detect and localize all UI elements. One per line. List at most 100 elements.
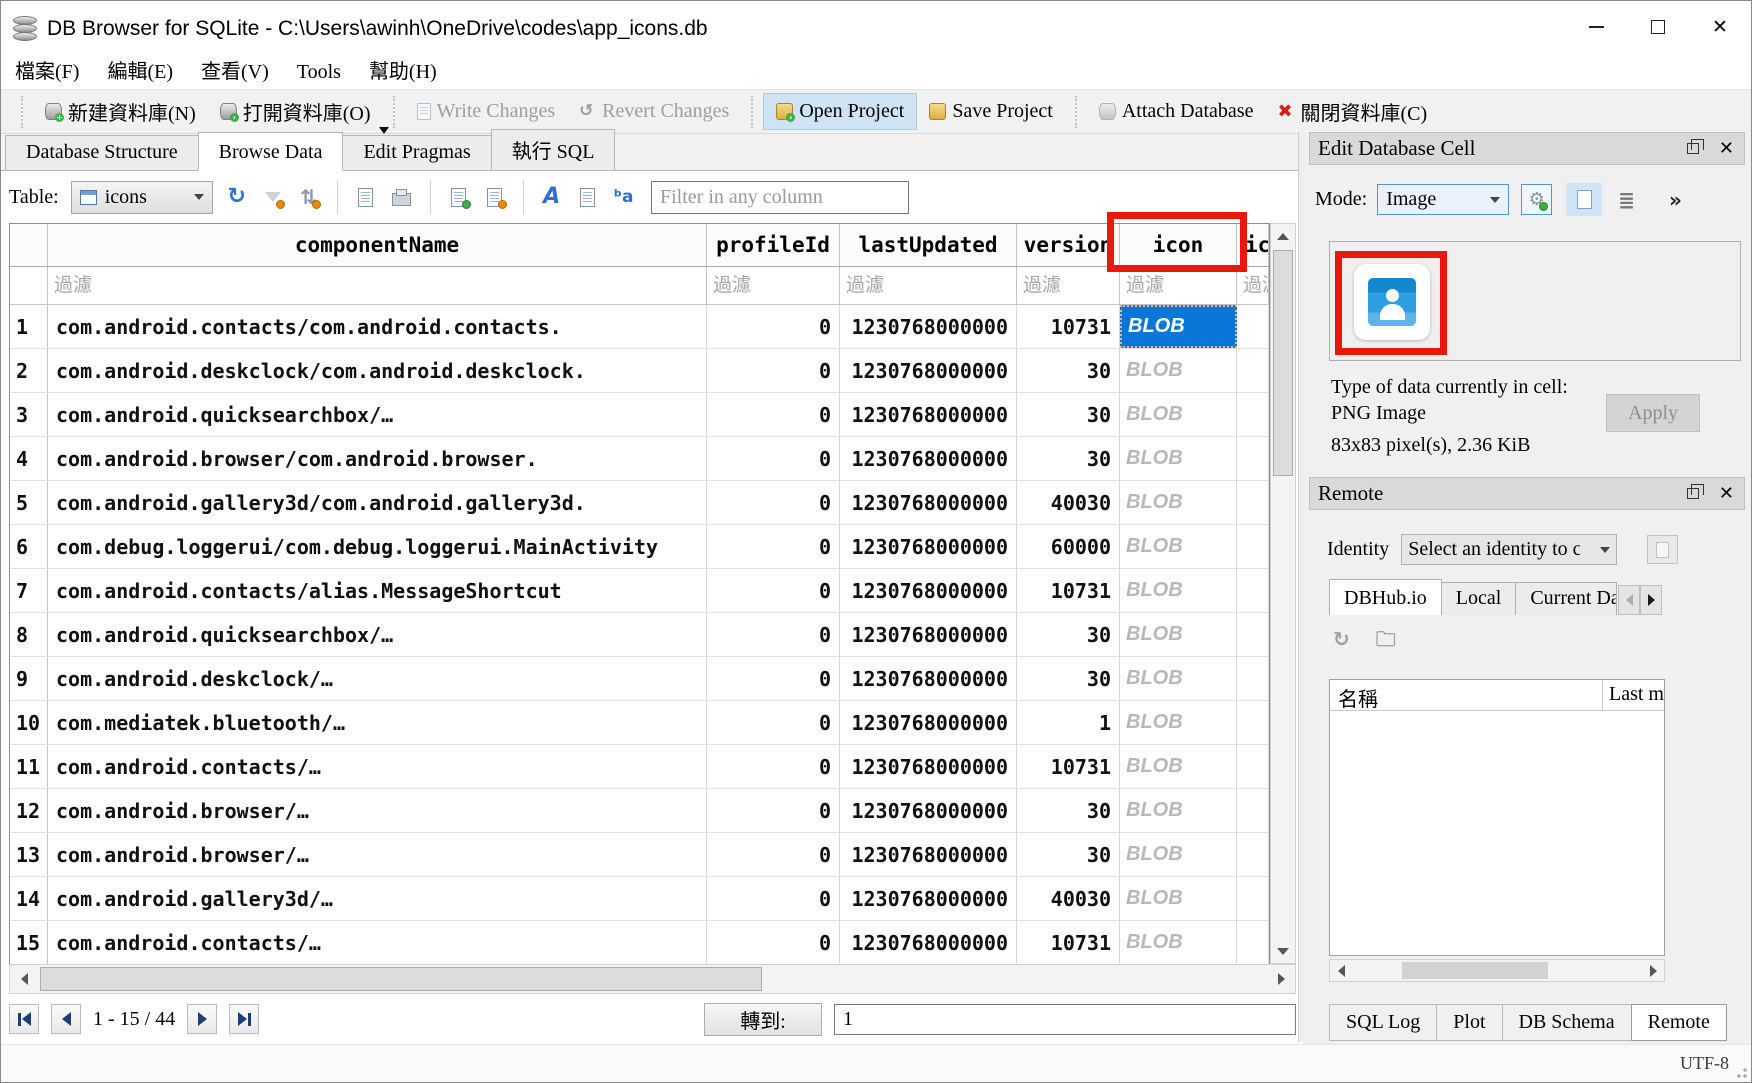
cell-version[interactable]: 30: [1017, 789, 1120, 832]
remote-column-name[interactable]: 名稱: [1330, 680, 1603, 710]
last-record-button[interactable]: [229, 1004, 259, 1034]
cell-lastupdated[interactable]: 1230768000000: [840, 525, 1017, 568]
cell-componentname[interactable]: com.android.browser/com.android.browser.: [48, 437, 707, 480]
horizontal-scrollbar-thumb[interactable]: [40, 967, 762, 991]
cell-truncated-column[interactable]: [1237, 657, 1269, 700]
cell-componentname[interactable]: com.android.quicksearchbox/…: [48, 393, 707, 436]
scroll-down-arrow-icon[interactable]: [1271, 939, 1295, 963]
cell-version[interactable]: 30: [1017, 657, 1120, 700]
cell-componentname[interactable]: com.android.gallery3d/com.android.galler…: [48, 481, 707, 524]
goto-button[interactable]: 轉到:: [704, 1003, 822, 1036]
cell-version[interactable]: 10731: [1017, 745, 1120, 788]
column-filter-componentname[interactable]: [48, 267, 706, 304]
next-record-button[interactable]: [187, 1004, 217, 1034]
cell-truncated-column[interactable]: [1237, 701, 1269, 744]
scroll-right-arrow-icon[interactable]: [1267, 965, 1295, 993]
tab-local[interactable]: Local: [1441, 582, 1517, 615]
tab-dbhub[interactable]: DBHub.io: [1329, 579, 1442, 615]
cell-icon-blob[interactable]: BLOB: [1120, 349, 1237, 392]
cell-version[interactable]: 10731: [1017, 569, 1120, 612]
cell-icon-blob[interactable]: BLOB: [1120, 745, 1237, 788]
cell-lastupdated[interactable]: 1230768000000: [840, 613, 1017, 656]
column-header-version[interactable]: version: [1017, 224, 1120, 266]
cell-lastupdated[interactable]: 1230768000000: [840, 437, 1017, 480]
attach-database-button[interactable]: Attach Database: [1087, 94, 1266, 129]
cell-lastupdated[interactable]: 1230768000000: [840, 349, 1017, 392]
cell-version[interactable]: 1: [1017, 701, 1120, 744]
cell-componentname[interactable]: com.android.quicksearchbox/…: [48, 613, 707, 656]
cell-version[interactable]: 30: [1017, 437, 1120, 480]
column-header-lastupdated[interactable]: lastUpdated: [840, 224, 1017, 266]
cell-componentname[interactable]: com.android.contacts/com.android.contact…: [48, 305, 707, 348]
ab-icon-button[interactable]: ᵇa: [612, 185, 636, 209]
cell-truncated-column[interactable]: [1237, 525, 1269, 568]
clear-filters-button[interactable]: [261, 185, 285, 209]
close-database-button[interactable]: ✖ 關閉資料庫(C): [1265, 91, 1439, 132]
remote-scrollbar-thumb[interactable]: [1402, 962, 1548, 979]
scroll-left-arrow-icon[interactable]: [1330, 960, 1352, 981]
open-project-button[interactable]: › Open Project: [763, 93, 917, 130]
cell-icon-blob[interactable]: BLOB: [1120, 877, 1237, 920]
cell-icon-blob-selected[interactable]: BLOB: [1120, 305, 1237, 348]
cell-profileid[interactable]: 0: [707, 305, 840, 348]
cell-truncated-column[interactable]: [1237, 833, 1269, 876]
menu-edit[interactable]: 編輯(E): [93, 56, 187, 89]
tab-browse-data[interactable]: Browse Data: [198, 132, 344, 171]
import-certificate-button[interactable]: [1647, 535, 1678, 564]
cell-icon-blob[interactable]: BLOB: [1120, 525, 1237, 568]
previous-record-button[interactable]: [51, 1004, 81, 1034]
cell-version[interactable]: 10731: [1017, 921, 1120, 964]
float-panel-icon[interactable]: [1687, 143, 1699, 154]
column-filter-icon[interactable]: [1120, 267, 1236, 304]
cell-lastupdated[interactable]: 1230768000000: [840, 921, 1017, 964]
insert-record-button[interactable]: [447, 185, 471, 209]
dock-tab-sql-log[interactable]: SQL Log: [1329, 1004, 1437, 1041]
remote-horizontal-scrollbar[interactable]: [1329, 959, 1665, 982]
dock-tab-remote[interactable]: Remote: [1631, 1004, 1727, 1041]
cell-componentname[interactable]: com.android.gallery3d/…: [48, 877, 707, 920]
menu-help[interactable]: 幫助(H): [355, 56, 451, 89]
resize-grip[interactable]: [1736, 1067, 1748, 1079]
cell-truncated-column[interactable]: [1237, 393, 1269, 436]
save-project-button[interactable]: Save Project: [917, 94, 1065, 129]
cell-truncated-column[interactable]: [1237, 921, 1269, 964]
cell-icon-blob[interactable]: BLOB: [1120, 481, 1237, 524]
cell-icon-blob[interactable]: BLOB: [1120, 833, 1237, 876]
first-record-button[interactable]: [9, 1004, 39, 1034]
cell-icon-blob[interactable]: BLOB: [1120, 657, 1237, 700]
identity-selector[interactable]: Select an identity to conne: [1401, 534, 1617, 565]
column-header-componentname[interactable]: componentName: [48, 224, 707, 266]
cell-truncated-column[interactable]: [1237, 789, 1269, 832]
column-filter-truncated[interactable]: [1237, 267, 1268, 304]
scroll-up-arrow-icon[interactable]: [1271, 224, 1295, 248]
remote-clone-database-button[interactable]: 🗀: [1376, 629, 1396, 649]
print-button[interactable]: [390, 185, 414, 209]
cell-componentname[interactable]: com.android.contacts/…: [48, 921, 707, 964]
cell-lastupdated[interactable]: 1230768000000: [840, 877, 1017, 920]
cell-lastupdated[interactable]: 1230768000000: [840, 789, 1017, 832]
menu-view[interactable]: 查看(V): [187, 56, 283, 89]
cell-profileid[interactable]: 0: [707, 789, 840, 832]
cell-icon-blob[interactable]: BLOB: [1120, 393, 1237, 436]
cell-version[interactable]: 30: [1017, 613, 1120, 656]
cell-profileid[interactable]: 0: [707, 393, 840, 436]
goto-record-input[interactable]: [834, 1004, 1296, 1035]
cell-icon-blob[interactable]: BLOB: [1120, 789, 1237, 832]
export-records-button[interactable]: [354, 185, 378, 209]
cell-truncated-column[interactable]: [1237, 349, 1269, 392]
cell-componentname[interactable]: com.android.contacts/…: [48, 745, 707, 788]
cell-lastupdated[interactable]: 1230768000000: [840, 305, 1017, 348]
cell-componentname[interactable]: com.android.browser/…: [48, 833, 707, 876]
cell-profileid[interactable]: 0: [707, 481, 840, 524]
cell-profileid[interactable]: 0: [707, 613, 840, 656]
clear-sorting-button[interactable]: ⇅: [297, 185, 321, 209]
remote-column-last-modified[interactable]: Last mo: [1603, 680, 1664, 710]
cell-lastupdated[interactable]: 1230768000000: [840, 393, 1017, 436]
cell-componentname[interactable]: com.android.browser/…: [48, 789, 707, 832]
scroll-left-arrow-icon[interactable]: [10, 965, 38, 993]
cell-version[interactable]: 30: [1017, 393, 1120, 436]
float-panel-icon[interactable]: [1687, 488, 1699, 499]
cell-icon-blob[interactable]: BLOB: [1120, 569, 1237, 612]
cell-truncated-column[interactable]: [1237, 745, 1269, 788]
cell-version[interactable]: 60000: [1017, 525, 1120, 568]
